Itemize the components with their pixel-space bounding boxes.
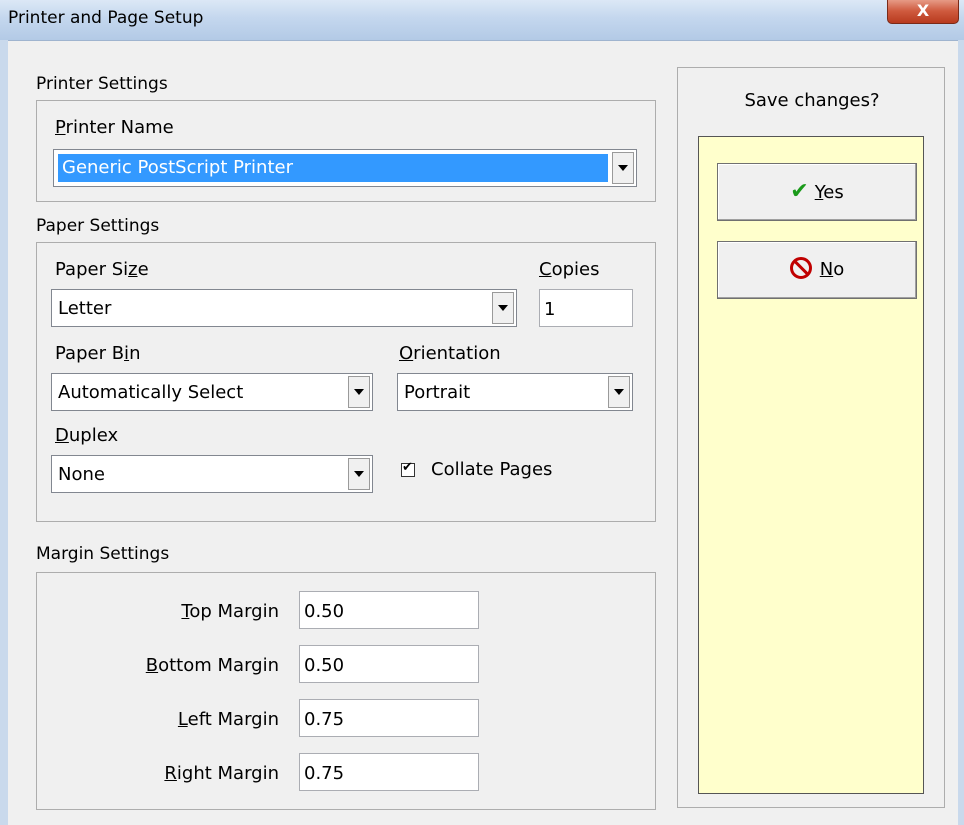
- orientation-label: Orientation: [399, 343, 501, 364]
- top-margin-label: Top Margin: [181, 601, 279, 622]
- copies-input[interactable]: 1: [539, 289, 633, 327]
- collate-pages-checkbox[interactable]: [401, 460, 415, 477]
- bottom-margin-input[interactable]: 0.50: [299, 645, 479, 683]
- no-button[interactable]: No: [717, 241, 917, 299]
- printer-name-value: Generic PostScript Printer: [62, 157, 293, 178]
- top-margin-input[interactable]: 0.50: [299, 591, 479, 629]
- printer-name-label: Printer Name: [55, 117, 174, 138]
- save-changes-title: Save changes?: [744, 90, 880, 111]
- orientation-dropdown[interactable]: Portrait: [397, 373, 633, 411]
- title-bar: Printer and Page Setup X: [0, 0, 964, 41]
- orientation-value: Portrait: [404, 382, 471, 403]
- chevron-down-icon[interactable]: [612, 152, 634, 184]
- margin-settings-label: Margin Settings: [36, 544, 170, 564]
- save-changes-panel: Save changes? ✔ Yes No: [677, 67, 945, 808]
- left-margin-input[interactable]: 0.75: [299, 699, 479, 737]
- right-margin-label: Right Margin: [164, 763, 279, 784]
- duplex-dropdown[interactable]: None: [51, 455, 373, 493]
- window-title: Printer and Page Setup: [8, 8, 204, 28]
- printer-settings-label: Printer Settings: [36, 74, 168, 94]
- yes-button[interactable]: ✔ Yes: [717, 163, 917, 221]
- close-icon: X: [916, 1, 930, 20]
- paper-bin-value: Automatically Select: [58, 382, 244, 403]
- save-buttons-area: ✔ Yes No: [698, 136, 924, 794]
- printer-settings-group: Printer Name Generic PostScript Printer: [36, 100, 656, 202]
- duplex-value: None: [58, 464, 105, 485]
- chevron-down-icon[interactable]: [348, 376, 370, 408]
- copies-label: Copies: [539, 259, 600, 280]
- paper-bin-dropdown[interactable]: Automatically Select: [51, 373, 373, 411]
- window-border-left: [0, 40, 8, 825]
- paper-bin-label: Paper Bin: [55, 343, 141, 364]
- margin-settings-group: Top Margin 0.50 Bottom Margin 0.50 Left …: [36, 572, 656, 810]
- close-button[interactable]: X: [887, 0, 959, 24]
- paper-size-label: Paper Size: [55, 259, 149, 280]
- window-border-right: [958, 40, 964, 825]
- chevron-down-icon[interactable]: [348, 458, 370, 490]
- paper-size-dropdown[interactable]: Letter: [51, 289, 517, 327]
- paper-size-value: Letter: [58, 298, 112, 319]
- chevron-down-icon[interactable]: [492, 292, 514, 324]
- printer-name-dropdown[interactable]: Generic PostScript Printer: [53, 149, 637, 187]
- left-margin-label: Left Margin: [177, 709, 279, 730]
- paper-settings-label: Paper Settings: [36, 216, 160, 236]
- collate-pages-label: Collate Pages: [431, 459, 553, 480]
- chevron-down-icon[interactable]: [608, 376, 630, 408]
- paper-settings-group: Paper Size Letter Copies 1 Paper Bin Aut…: [36, 242, 656, 522]
- bottom-margin-label: Bottom Margin: [145, 655, 279, 676]
- right-margin-input[interactable]: 0.75: [299, 753, 479, 791]
- no-sign-icon: [789, 257, 812, 279]
- duplex-label: Duplex: [55, 425, 119, 446]
- checkmark-icon: ✔: [790, 179, 809, 204]
